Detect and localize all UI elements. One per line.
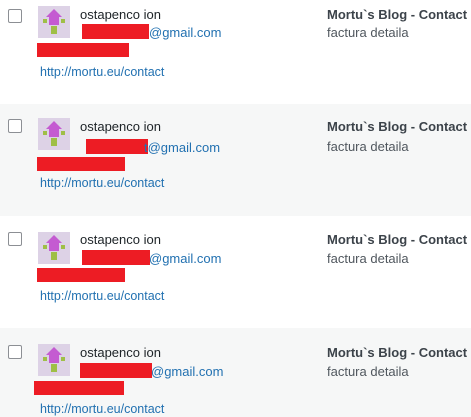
comment-row: ostapenco ion @gmail.com http://mortu.eu…: [0, 328, 471, 417]
avatar-icon: [38, 6, 70, 38]
comment-row: ostapenco ion @gmail.com http://mortu.eu…: [0, 0, 471, 104]
author-url-link[interactable]: http://mortu.eu/contact: [40, 176, 164, 190]
comment-author[interactable]: ostapenco ion: [80, 7, 161, 22]
row-checkbox[interactable]: [8, 9, 22, 23]
row-checkbox[interactable]: [8, 345, 22, 359]
post-subtitle: factura detaila: [327, 364, 409, 379]
author-email-link[interactable]: @gmail.com: [151, 364, 223, 379]
post-subtitle: factura detaila: [327, 25, 409, 40]
avatar-icon: [38, 232, 70, 264]
post-title-link[interactable]: Mortu`s Blog - Contact: [327, 345, 467, 360]
redaction: [37, 43, 129, 57]
redaction: [80, 363, 152, 378]
post-title-link[interactable]: Mortu`s Blog - Contact: [327, 7, 467, 22]
post-subtitle: factura detaila: [327, 139, 409, 154]
redaction: [37, 157, 125, 171]
comment-author[interactable]: ostapenco ion: [80, 345, 161, 360]
author-email-link[interactable]: t@gmail.com: [144, 140, 220, 155]
author-url-link[interactable]: http://mortu.eu/contact: [40, 65, 164, 79]
post-title-link[interactable]: Mortu`s Blog - Contact: [327, 232, 467, 247]
post-subtitle: factura detaila: [327, 251, 409, 266]
row-checkbox[interactable]: [8, 119, 22, 133]
comment-row: ostapenco ion t@gmail.com http://mortu.e…: [0, 104, 471, 216]
comment-author[interactable]: ostapenco ion: [80, 232, 161, 247]
comment-row: ostapenco ion @gmail.com http://mortu.eu…: [0, 216, 471, 328]
author-url-link[interactable]: http://mortu.eu/contact: [40, 402, 164, 416]
redaction: [34, 381, 124, 395]
avatar-icon: [38, 344, 70, 376]
redaction: [82, 250, 150, 265]
redaction: [82, 24, 149, 39]
row-checkbox[interactable]: [8, 232, 22, 246]
comment-author[interactable]: ostapenco ion: [80, 119, 161, 134]
author-email-link[interactable]: @gmail.com: [149, 25, 221, 40]
avatar-icon: [38, 118, 70, 150]
author-email-link[interactable]: @gmail.com: [149, 251, 221, 266]
redaction: [86, 139, 148, 154]
author-url-link[interactable]: http://mortu.eu/contact: [40, 289, 164, 303]
post-title-link[interactable]: Mortu`s Blog - Contact: [327, 119, 467, 134]
redaction: [37, 268, 125, 282]
